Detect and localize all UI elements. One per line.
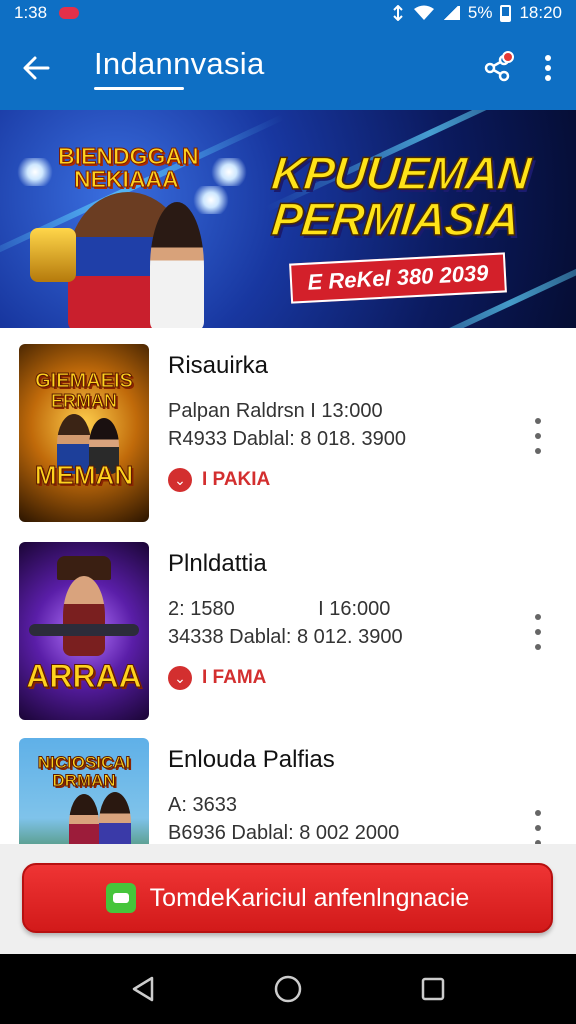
item-title: Plnldattia — [168, 550, 267, 577]
triangle-back-icon — [132, 976, 153, 1002]
list-item[interactable]: GIEMAEIS ERMAN MEMAN Risauirka Palpan Ra… — [0, 328, 576, 522]
item-detail-line2: 34338 Dablal: 8 012. 3900 — [168, 626, 403, 648]
item-title: Risauirka — [168, 352, 269, 379]
item-thumbnail: GIEMAEIS ERMAN MEMAN — [19, 344, 149, 522]
banner-date-tag: E ReKel 380 2039 — [289, 252, 507, 304]
thumb-title-mid: ERMAN — [51, 391, 118, 412]
banner-headline-line2: PERMIASIA — [269, 192, 523, 246]
banner-logo-line1: BIENDGGAN — [58, 143, 200, 169]
list-item[interactable]: ARRAA Plnldattia 2: 1580 I 16:000 34338 … — [0, 526, 576, 720]
battery-percent: 5% — [467, 3, 493, 22]
banner-logo-line2: NEKIAAA — [74, 166, 180, 192]
item-badge: ⌄ I PAKIA — [168, 468, 270, 492]
square-recents-icon — [422, 977, 445, 1001]
list-item[interactable]: NICIOSICAI DRMAN Enlouda Palfias A: 3633… — [0, 722, 576, 844]
status-bar: 1:38 5% 18:20 — [0, 0, 576, 26]
item-more-button[interactable] — [530, 614, 546, 650]
thumb-title-top: NICIOSICAI — [37, 753, 131, 772]
event-list: GIEMAEIS ERMAN MEMAN Risauirka Palpan Ra… — [0, 328, 576, 844]
item-badge-label: I FAMA — [202, 667, 267, 688]
thumb-title-bottom: ARRAA — [26, 658, 143, 694]
app-bar: Indannvasia — [0, 26, 576, 110]
status-time-right: 18:20 — [519, 3, 562, 22]
status-time-left: 1:38 — [14, 3, 48, 22]
share-button[interactable] — [474, 45, 520, 91]
item-thumbnail: NICIOSICAI DRMAN — [19, 738, 149, 844]
banner-headline: KPUUEMAN PERMIASIA — [269, 146, 534, 246]
thumb-title-top: GIEMAEIS — [35, 370, 134, 393]
bottom-action-bar: TomdeKariciul anfenlngnacie — [0, 844, 576, 954]
circle-home-icon — [274, 975, 302, 1003]
data-icon — [393, 5, 403, 21]
item-detail-line2: R4933 Dablal: 8 018. 3900 — [168, 428, 406, 450]
back-button[interactable] — [0, 26, 72, 110]
promo-banner[interactable]: BIENDGGAN NEKIAAA KPUUEMAN PERMIASIA E R… — [0, 110, 576, 328]
notification-icon — [59, 7, 80, 19]
thumb-title-bottom: MEMAN — [34, 460, 134, 490]
signal-icon — [441, 6, 460, 20]
thumb-title-mid: DRMAN — [52, 771, 116, 790]
primary-cta-button[interactable]: TomdeKariciul anfenlngnacie — [22, 863, 553, 933]
item-more-button[interactable] — [530, 810, 546, 844]
chevron-down-icon: ⌄ — [168, 468, 192, 492]
item-more-button[interactable] — [530, 418, 546, 454]
item-badge-label: I PAKIA — [202, 469, 271, 490]
item-thumbnail: ARRAA — [19, 542, 149, 720]
back-arrow-icon — [23, 56, 50, 80]
wifi-icon — [413, 5, 434, 20]
cta-label: TomdeKariciul anfenlngnacie — [149, 883, 470, 912]
item-title: Enlouda Palfias — [168, 746, 335, 773]
more-options-button[interactable] — [520, 40, 576, 96]
item-badge: ⌄ I FAMA — [168, 666, 266, 690]
system-nav-bar — [0, 954, 576, 1024]
share-badge — [502, 51, 514, 63]
status-right: 5% 18:20 — [390, 3, 562, 23]
nav-back-button[interactable] — [118, 964, 168, 1014]
nav-recents-button[interactable] — [408, 964, 458, 1014]
nav-home-button[interactable] — [263, 964, 313, 1014]
item-detail-line2: B6936 Dablal: 8 002 2000 — [168, 822, 400, 844]
more-vertical-icon — [545, 55, 551, 81]
item-detail-line1: A: 3633 — [168, 794, 237, 816]
chat-icon — [105, 883, 136, 913]
page-title: Indannvasia — [72, 46, 267, 90]
item-detail-line1: 2: 1580 I 16:000 — [168, 598, 391, 620]
banner-logo: BIENDGGAN NEKIAAA — [58, 143, 200, 192]
battery-icon — [500, 4, 512, 22]
chevron-down-icon: ⌄ — [168, 666, 192, 690]
banner-headline-line1: KPUUEMAN — [269, 146, 534, 200]
item-detail-line1: Palpan Raldrsn I 13:000 — [168, 400, 383, 422]
